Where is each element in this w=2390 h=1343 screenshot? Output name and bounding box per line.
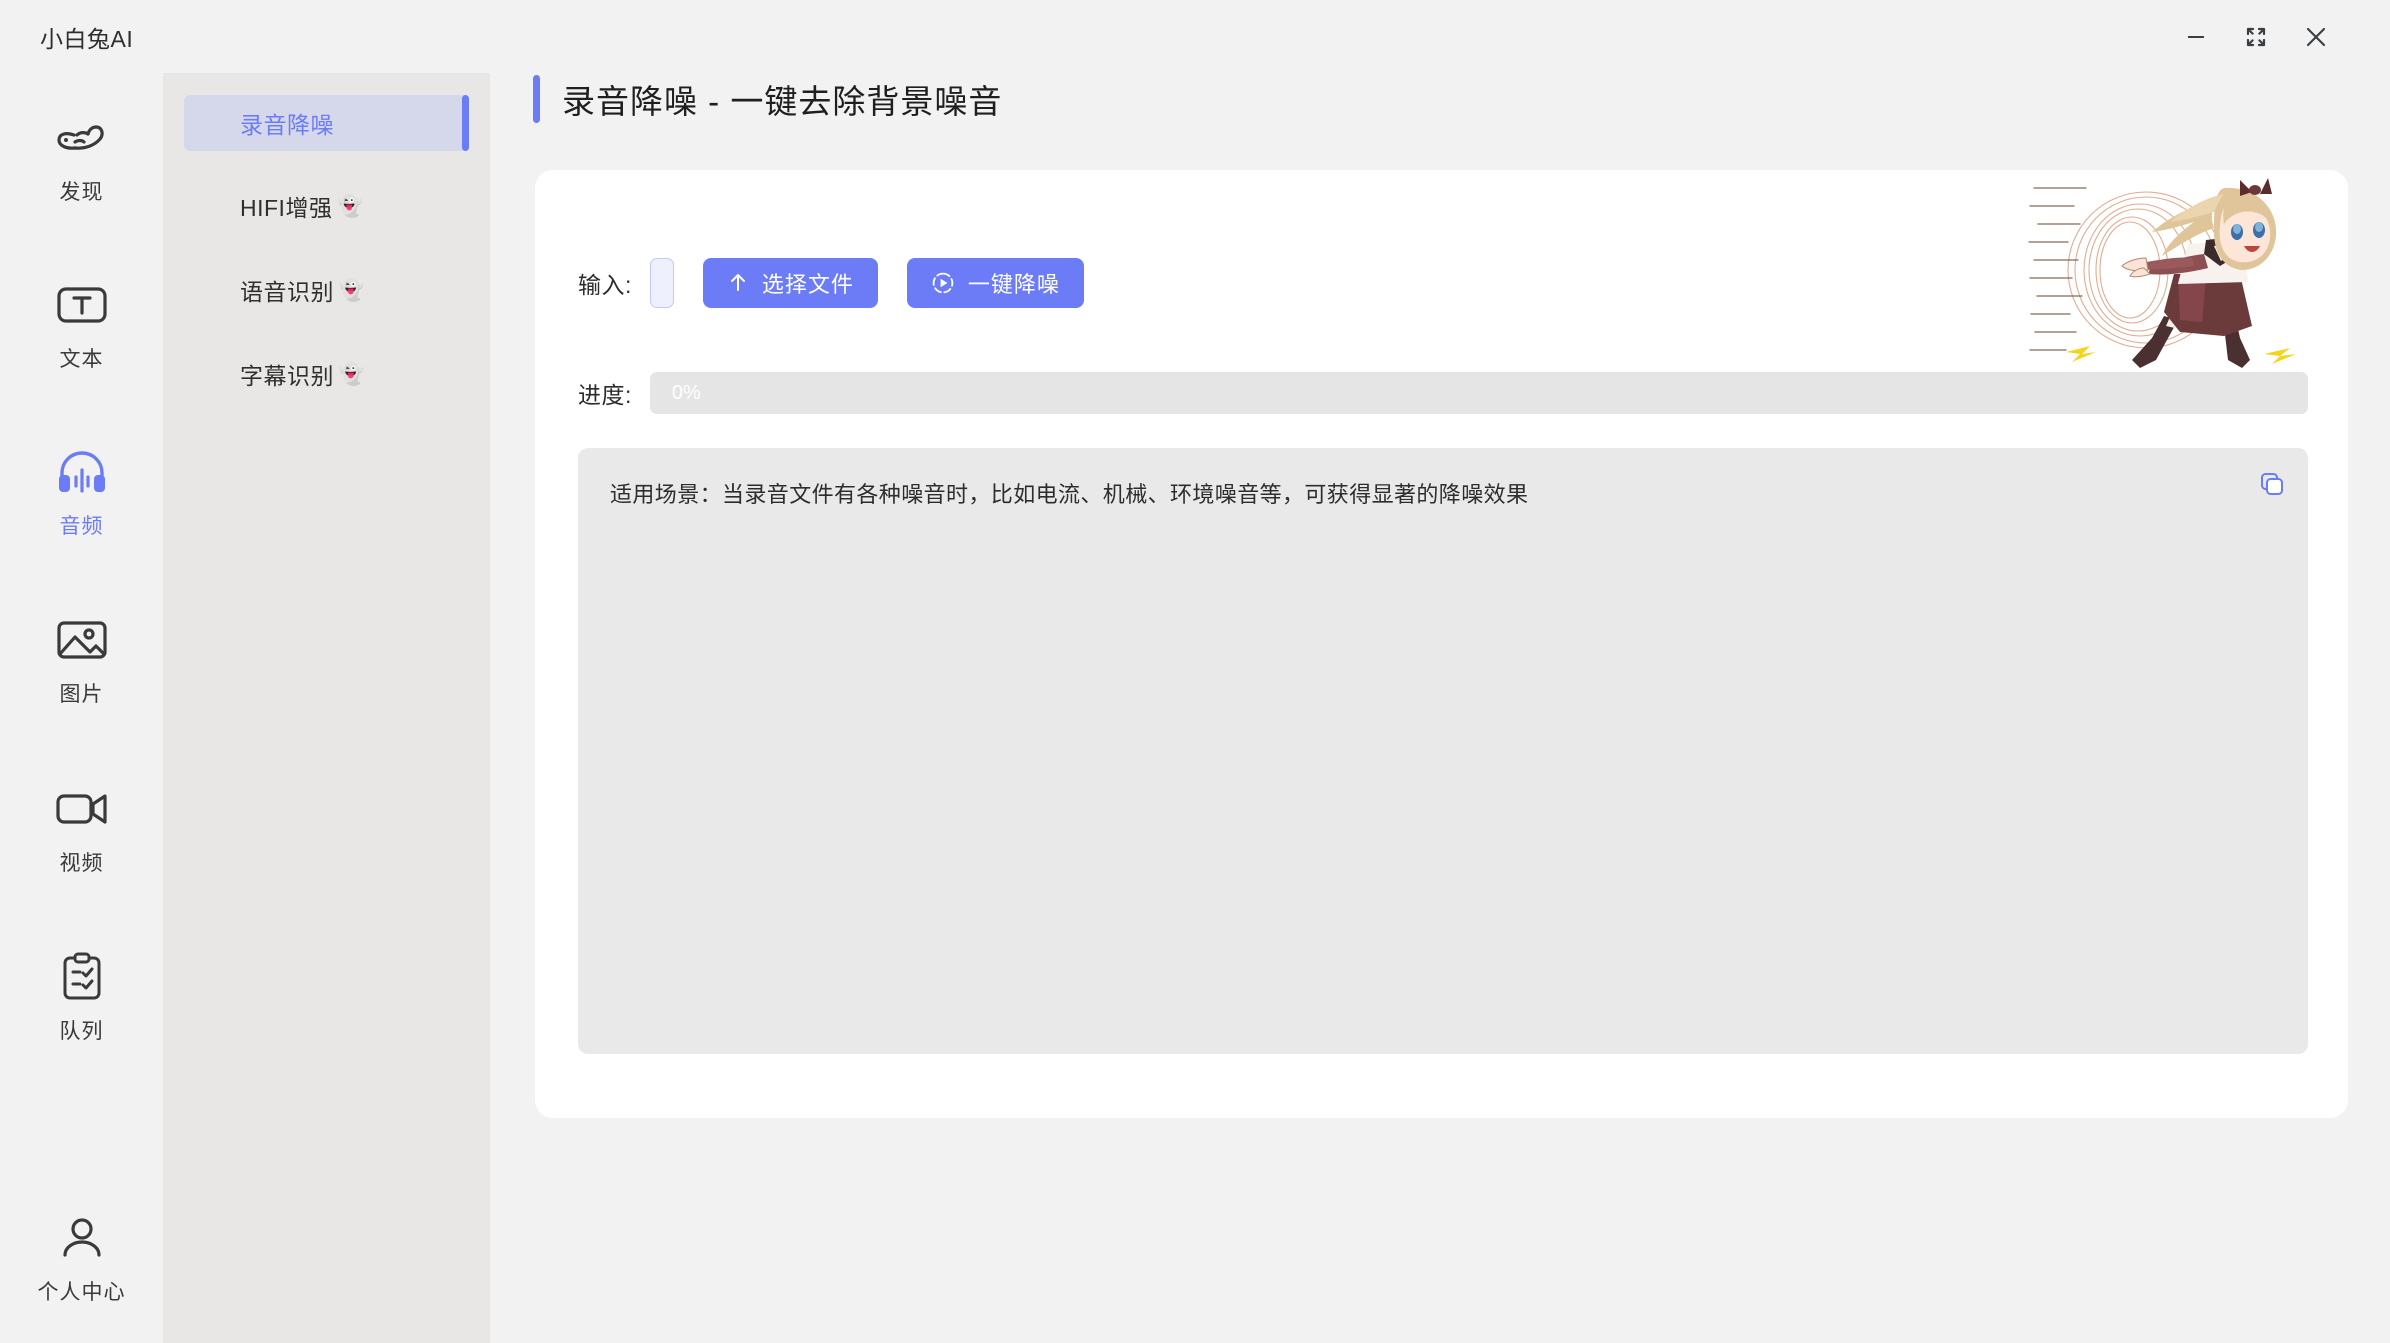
maximize-icon [2244, 25, 2268, 49]
page-title: 录音降噪 - 一键去除背景噪音 [562, 75, 1002, 123]
copy-icon [2259, 471, 2285, 497]
clipboard-checklist-icon [54, 949, 110, 1005]
sidebar-item-label: 队列 [60, 1015, 104, 1045]
secondary-sidebar: 录音降噪 HIFI增强 👻 语音识别 👻 字幕识别 👻 [163, 73, 490, 1343]
close-button[interactable] [2294, 15, 2338, 59]
sidebar-item-label: 发现 [60, 176, 104, 206]
text-box-icon [54, 277, 110, 333]
image-icon [54, 612, 110, 668]
sidebar-item-profile[interactable]: 个人中心 [0, 1210, 163, 1306]
close-icon [2304, 25, 2328, 49]
page-header: 录音降噪 - 一键去除背景噪音 [533, 75, 1002, 123]
ghost-icon: 👻 [338, 280, 364, 301]
ghost-icon: 👻 [338, 364, 364, 385]
file-path-input[interactable] [650, 258, 674, 308]
progress-bar[interactable]: 0% [650, 372, 2308, 414]
sidebar-item-label: 文本 [60, 343, 104, 373]
subnav-item-subtitle-recognition[interactable]: 字幕识别 👻 [184, 346, 469, 402]
sidebar-item-label: 图片 [60, 678, 104, 708]
app-title: 小白兔AI [40, 20, 133, 54]
progress-label: 进度: [578, 376, 632, 410]
user-account-icon [54, 1210, 110, 1266]
title-bar: 小白兔AI [0, 0, 2390, 72]
minimize-icon [2185, 26, 2207, 48]
subnav-item-label: 字幕识别 [240, 357, 334, 391]
mascot-illustration [2028, 170, 2316, 370]
denoise-button[interactable]: 一键降噪 [907, 258, 1084, 308]
input-label: 输入: [578, 266, 632, 300]
primary-sidebar: 发现 文本 音频 [0, 55, 163, 1343]
sidebar-item-label: 视频 [60, 847, 104, 877]
sidebar-item-image[interactable]: 图片 [0, 612, 163, 708]
sidebar-item-audio[interactable]: 音频 [0, 444, 163, 540]
sidebar-item-queue[interactable]: 队列 [0, 949, 163, 1045]
sidebar-item-discover[interactable]: 发现 [0, 110, 163, 206]
copy-button[interactable] [2254, 466, 2290, 502]
progress-value: 0% [672, 372, 701, 414]
denoise-label: 一键降噪 [968, 267, 1060, 299]
subnav-item-denoise[interactable]: 录音降噪 [184, 95, 469, 151]
subnav-item-label: HIFI增强 [240, 189, 332, 223]
subnav-item-label: 录音降噪 [240, 106, 334, 140]
upload-icon [727, 272, 749, 294]
subnav-item-speech-recognition[interactable]: 语音识别 👻 [184, 262, 469, 318]
subnav-item-hifi[interactable]: HIFI增强 👻 [184, 178, 469, 234]
description-text: 适用场景：当录音文件有各种噪音时，比如电流、机械、环境噪音等，可获得显著的降噪效… [610, 476, 2276, 513]
subnav-item-label: 语音识别 [240, 273, 334, 307]
select-file-label: 选择文件 [762, 267, 854, 299]
maximize-button[interactable] [2234, 15, 2278, 59]
input-row: 输入: 选择文件 一键降噪 [578, 255, 1084, 311]
description-panel[interactable]: 适用场景：当录音文件有各种噪音时，比如电流、机械、环境噪音等，可获得显著的降噪效… [578, 448, 2308, 1054]
sidebar-item-label: 音频 [60, 510, 104, 540]
rabbit-icon [54, 110, 110, 166]
play-circle-icon [931, 271, 955, 295]
select-file-button[interactable]: 选择文件 [703, 258, 878, 308]
title-accent-bar [533, 75, 540, 123]
progress-row: 进度: 0% [578, 372, 2308, 414]
sidebar-item-text[interactable]: 文本 [0, 277, 163, 373]
minimize-button[interactable] [2174, 15, 2218, 59]
ghost-icon: 👻 [336, 196, 362, 217]
headphones-icon [54, 444, 110, 500]
video-camera-icon [54, 781, 110, 837]
main-card: 输入: 选择文件 一键降噪 进度: 0% 适用场景：当录音文件有各种噪音时，比如… [535, 170, 2348, 1118]
sidebar-item-label: 个人中心 [38, 1276, 126, 1306]
sidebar-item-video[interactable]: 视频 [0, 781, 163, 877]
